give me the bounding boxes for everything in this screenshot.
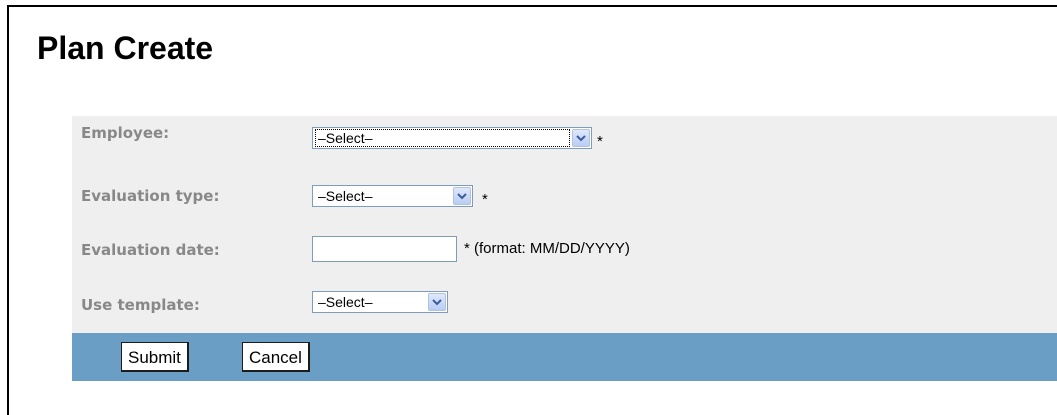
plan-form: Employee: –Select– * Evaluation type: –S… bbox=[72, 116, 1057, 333]
employee-select-value: –Select– bbox=[315, 129, 570, 147]
evaluation-date-row: Evaluation date: * (format: MM/DD/YYYY) bbox=[72, 230, 1057, 264]
chevron-down-icon[interactable] bbox=[572, 129, 590, 147]
form-button-bar: Submit Cancel bbox=[72, 333, 1057, 381]
evaluation-type-required-mark: * bbox=[482, 191, 488, 208]
employee-row: Employee: –Select– * bbox=[72, 116, 1057, 150]
chevron-down-icon[interactable] bbox=[428, 293, 446, 311]
evaluation-date-format-hint: * (format: MM/DD/YYYY) bbox=[464, 240, 630, 257]
employee-label: Employee: bbox=[81, 124, 170, 142]
use-template-select-value: –Select– bbox=[318, 294, 373, 310]
page-title: Plan Create bbox=[37, 30, 214, 66]
evaluation-type-label: Evaluation type: bbox=[81, 187, 220, 205]
evaluation-date-label: Evaluation date: bbox=[81, 241, 220, 259]
employee-required-mark: * bbox=[597, 133, 603, 150]
evaluation-date-input[interactable] bbox=[312, 236, 457, 262]
use-template-select[interactable]: –Select– bbox=[312, 291, 448, 313]
submit-button[interactable]: Submit bbox=[121, 342, 189, 372]
evaluation-type-row: Evaluation type: –Select– * bbox=[72, 177, 1057, 211]
employee-select[interactable]: –Select– bbox=[312, 127, 592, 149]
chevron-down-icon[interactable] bbox=[453, 187, 471, 205]
use-template-row: Use template: –Select– bbox=[72, 287, 1057, 321]
evaluation-type-select-value: –Select– bbox=[318, 188, 373, 204]
cancel-button[interactable]: Cancel bbox=[242, 342, 310, 372]
use-template-label: Use template: bbox=[81, 296, 200, 314]
evaluation-type-select[interactable]: –Select– bbox=[312, 185, 473, 207]
